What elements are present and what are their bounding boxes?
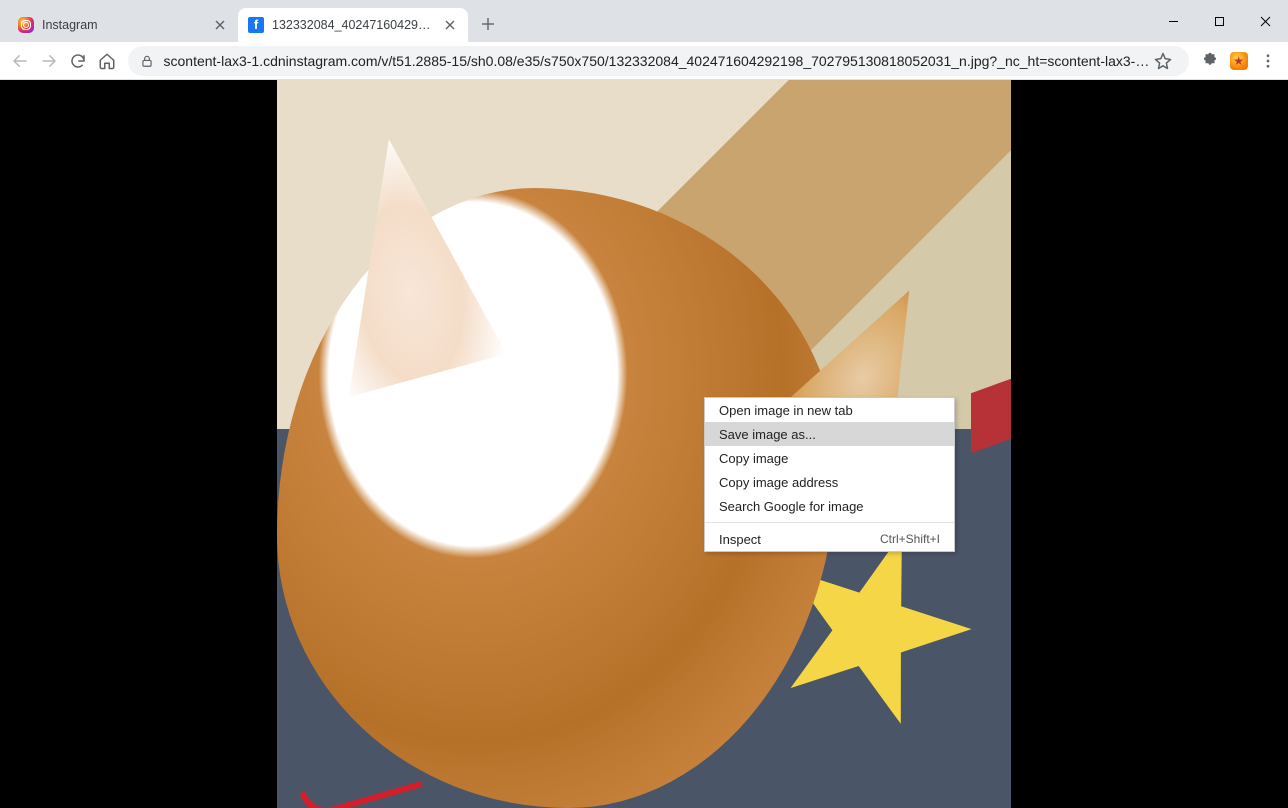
reload-button[interactable] <box>64 46 93 76</box>
tab-instagram[interactable]: Instagram <box>8 8 238 42</box>
tab-title: 132332084_402471604292198_7 <box>272 18 436 32</box>
dots-vertical-icon <box>1259 52 1277 70</box>
tab-close-button[interactable] <box>442 17 458 33</box>
tab-close-button[interactable] <box>212 17 228 33</box>
context-menu-open-image-new-tab[interactable]: Open image in new tab <box>705 398 954 422</box>
context-menu-shortcut: Ctrl+Shift+I <box>880 532 940 546</box>
back-button[interactable] <box>6 46 35 76</box>
forward-button[interactable] <box>35 46 64 76</box>
bookmark-button[interactable] <box>1149 47 1177 75</box>
home-icon <box>98 52 116 70</box>
context-menu-item-label: Inspect <box>719 532 761 547</box>
close-icon <box>215 20 225 30</box>
tab-title: Instagram <box>42 18 206 32</box>
new-tab-button[interactable] <box>474 10 502 38</box>
plus-icon <box>481 17 495 31</box>
tabs-container: Instagram 132332084_402471604292198_7 <box>0 0 508 42</box>
context-menu-save-image-as[interactable]: Save image as... <box>705 422 954 446</box>
context-menu-item-label: Save image as... <box>719 427 816 442</box>
extension-icon <box>1230 52 1248 70</box>
context-menu-item-label: Search Google for image <box>719 499 864 514</box>
maximize-button[interactable] <box>1196 6 1242 36</box>
arrow-right-icon <box>40 52 58 70</box>
menu-button[interactable] <box>1253 46 1282 76</box>
context-menu-item-label: Copy image address <box>719 475 838 490</box>
star-icon <box>1154 52 1172 70</box>
context-menu-inspect[interactable]: Inspect Ctrl+Shift+I <box>705 527 954 551</box>
arrow-left-icon <box>11 52 29 70</box>
context-menu-separator <box>705 522 954 523</box>
context-menu-copy-image-address[interactable]: Copy image address <box>705 470 954 494</box>
toolbar: scontent-lax3-1.cdninstagram.com/v/t51.2… <box>0 42 1288 80</box>
lock-icon <box>140 54 154 68</box>
address-bar[interactable]: scontent-lax3-1.cdninstagram.com/v/t51.2… <box>128 46 1190 76</box>
reload-icon <box>69 52 87 70</box>
tab-strip: Instagram 132332084_402471604292198_7 <box>0 0 1288 42</box>
maximize-icon <box>1214 16 1225 27</box>
window-controls <box>1150 0 1288 42</box>
window-close-button[interactable] <box>1242 6 1288 36</box>
context-menu-copy-image[interactable]: Copy image <box>705 446 954 470</box>
content-area: Open image in new tab Save image as... C… <box>0 80 1288 808</box>
context-menu: Open image in new tab Save image as... C… <box>704 397 955 552</box>
facebook-icon <box>248 17 264 33</box>
puzzle-icon <box>1201 52 1219 70</box>
tab-image[interactable]: 132332084_402471604292198_7 <box>238 8 468 42</box>
url-text: scontent-lax3-1.cdninstagram.com/v/t51.2… <box>164 53 1150 69</box>
close-icon <box>445 20 455 30</box>
instagram-icon <box>18 17 34 33</box>
extensions-button[interactable] <box>1195 46 1224 76</box>
close-icon <box>1260 16 1271 27</box>
minimize-icon <box>1168 16 1179 27</box>
context-menu-item-label: Open image in new tab <box>719 403 853 418</box>
context-menu-search-google-image[interactable]: Search Google for image <box>705 494 954 518</box>
extension-pinned[interactable] <box>1224 46 1253 76</box>
home-button[interactable] <box>93 46 122 76</box>
context-menu-item-label: Copy image <box>719 451 788 466</box>
minimize-button[interactable] <box>1150 6 1196 36</box>
